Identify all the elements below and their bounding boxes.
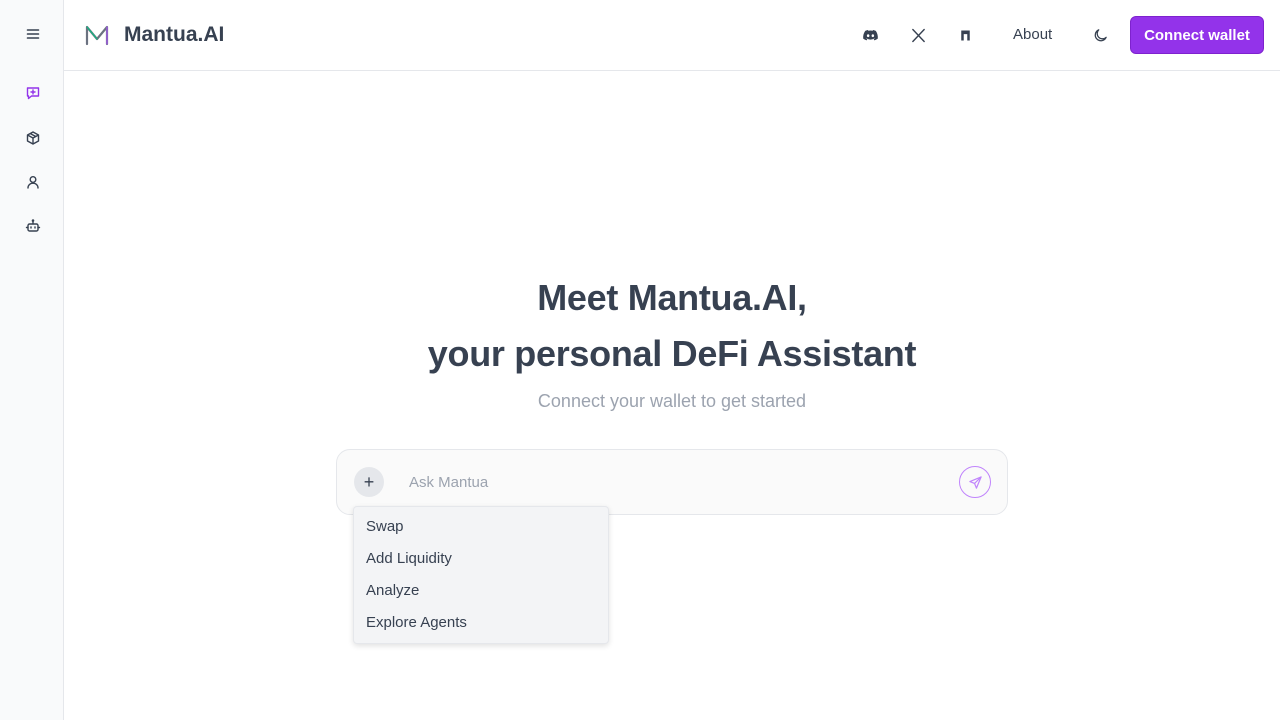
bot-icon[interactable] (20, 213, 46, 239)
new-chat-icon[interactable] (20, 80, 46, 106)
moon-icon[interactable] (1088, 23, 1112, 47)
brand-name[interactable]: Mantua.AI (124, 22, 224, 48)
sidebar (0, 0, 64, 720)
menu-item-add-liquidity[interactable]: Add Liquidity (354, 543, 608, 575)
menu-item-swap[interactable]: Swap (354, 511, 608, 543)
menu-item-analyze[interactable]: Analyze (354, 575, 608, 607)
docs-icon[interactable] (953, 23, 977, 47)
ask-input[interactable] (397, 468, 937, 496)
menu-item-explore-agents[interactable]: Explore Agents (354, 607, 608, 639)
hero-subtitle: Connect your wallet to get started (537, 391, 807, 411)
send-icon (968, 475, 982, 489)
cube-icon[interactable] (20, 125, 46, 151)
user-icon[interactable] (20, 169, 46, 195)
hero-title-line2: your personal DeFi Assistant (427, 333, 917, 374)
plus-button[interactable]: + (354, 467, 384, 497)
x-twitter-icon[interactable] (906, 23, 930, 47)
connect-wallet-button[interactable]: Connect wallet (1130, 16, 1264, 54)
about-link[interactable]: About (1013, 25, 1052, 45)
send-button[interactable] (959, 466, 991, 498)
hero-title-line1: Meet Mantua.AI, (537, 277, 807, 318)
discord-icon[interactable] (858, 23, 882, 47)
menu-icon[interactable] (20, 21, 46, 47)
mantua-logo-icon[interactable] (84, 22, 110, 48)
top-bar: Mantua.AI About Connect wallet (64, 0, 1280, 71)
actions-menu: Swap Add Liquidity Analyze Explore Agent… (353, 506, 609, 644)
